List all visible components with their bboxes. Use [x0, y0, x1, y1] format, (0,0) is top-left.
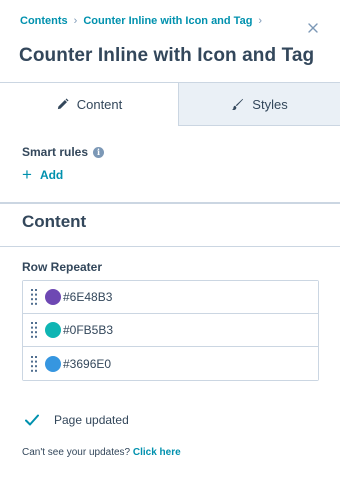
drag-handle-icon[interactable]	[31, 355, 37, 372]
breadcrumb: Contents › Counter Inline with Icon and …	[20, 15, 268, 27]
breadcrumb-item-contents[interactable]: Contents	[20, 15, 68, 27]
brush-icon	[232, 98, 244, 110]
add-label: Add	[39, 168, 64, 182]
pencil-icon	[57, 98, 69, 110]
repeater-row[interactable]: #0FB5B3	[23, 314, 318, 347]
breadcrumb-separator: ›	[73, 15, 78, 27]
section-divider	[0, 202, 340, 204]
help-text: Can't see your updates? Click here	[22, 447, 181, 458]
checkmark-icon	[25, 414, 39, 426]
repeater-row[interactable]: #3696E0	[23, 347, 318, 380]
plus-icon: +	[22, 165, 32, 184]
breadcrumb-item-module[interactable]: Counter Inline with Icon and Tag	[83, 15, 252, 27]
add-smart-rule-button[interactable]: + Add	[22, 165, 64, 184]
tab-styles-label: Styles	[252, 96, 288, 112]
tab-styles[interactable]: Styles	[178, 83, 340, 126]
repeater-row-text: #6E48B3	[63, 290, 113, 304]
smart-rules-heading: Smart rules i	[22, 145, 105, 159]
section-title-content: Content	[22, 212, 87, 231]
help-question: Can't see your updates?	[22, 447, 133, 458]
page-title: Counter Inline with Icon and Tag	[19, 45, 315, 66]
smart-rules-label: Smart rules	[22, 145, 89, 159]
drag-handle-icon[interactable]	[31, 289, 37, 305]
status-text: Page updated	[54, 413, 129, 427]
breadcrumb-separator: ›	[258, 15, 263, 27]
repeater-row[interactable]: #6E48B3	[23, 281, 318, 314]
color-swatch	[45, 322, 61, 338]
close-icon	[308, 23, 318, 33]
info-icon[interactable]: i	[93, 146, 105, 158]
row-repeater: #6E48B3 #0FB5B3 #3696E0	[22, 280, 319, 381]
drag-handle-icon[interactable]	[31, 322, 37, 338]
panel-header: Contents › Counter Inline with Icon and …	[0, 0, 340, 82]
close-button[interactable]	[306, 21, 320, 35]
tab-content[interactable]: Content	[0, 83, 178, 126]
color-swatch	[45, 289, 61, 305]
tab-content-label: Content	[76, 97, 123, 112]
click-here-link[interactable]: Click here	[133, 447, 181, 458]
status-message: Page updated	[25, 413, 129, 427]
repeater-row-text: #3696E0	[63, 356, 112, 371]
repeater-row-text: #0FB5B3	[63, 323, 114, 337]
section-divider	[0, 246, 340, 247]
row-repeater-label: Row Repeater	[22, 260, 103, 274]
color-swatch	[45, 355, 61, 372]
tab-bar: Content Styles	[0, 82, 340, 126]
